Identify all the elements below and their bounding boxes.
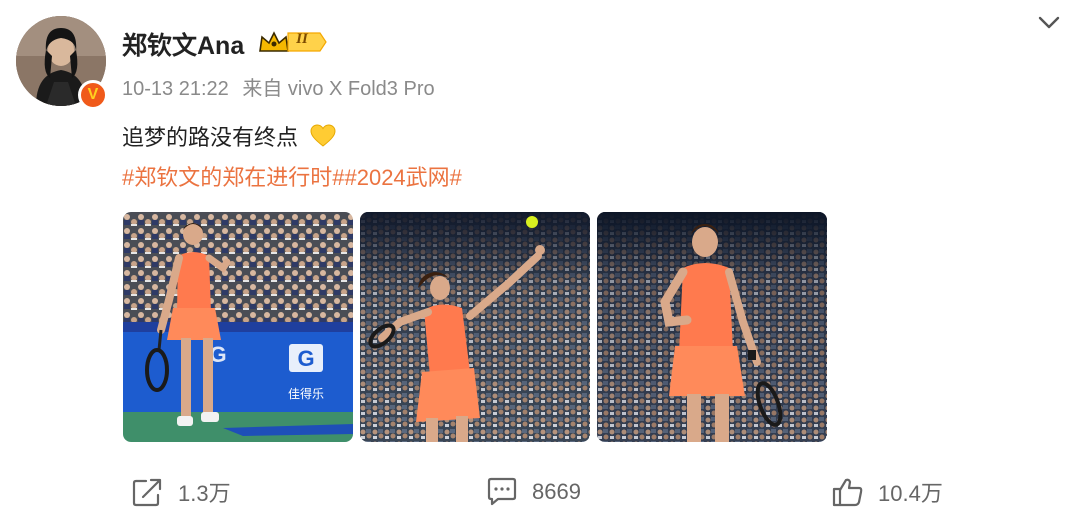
- comment-button[interactable]: 8669: [486, 472, 581, 512]
- hashtag-link[interactable]: #郑钦文的郑在进行时#: [122, 165, 344, 190]
- board-text: 佳得乐: [288, 386, 324, 401]
- chevron-down-icon[interactable]: [1036, 12, 1062, 34]
- hashtag-link[interactable]: #2024武网#: [344, 165, 461, 190]
- comment-count: 8669: [532, 479, 581, 504]
- vip-level: II: [296, 31, 308, 47]
- photo-thumbnail[interactable]: [597, 212, 827, 442]
- photo-thumbnail[interactable]: [360, 212, 590, 442]
- comment-icon: [487, 477, 517, 506]
- share-icon: [132, 478, 162, 507]
- verified-icon: V: [78, 80, 108, 110]
- post-text-line: 追梦的路没有终点: [122, 120, 336, 152]
- post-source[interactable]: 来自 vivo X Fold3 Pro: [242, 78, 434, 100]
- author-name[interactable]: 郑钦文Ana: [122, 26, 244, 62]
- post-meta: 10-13 21:22 来自 vivo X Fold3 Pro: [122, 72, 443, 101]
- like-button[interactable]: 10.4万: [832, 472, 943, 512]
- svg-text:G: G: [297, 346, 314, 371]
- share-button[interactable]: 1.3万: [132, 472, 231, 512]
- post-timestamp: 10-13 21:22: [122, 78, 229, 100]
- yellow-heart-icon: [310, 124, 336, 147]
- like-icon: [832, 478, 863, 507]
- share-count: 1.3万: [178, 481, 231, 506]
- like-count: 10.4万: [878, 481, 943, 506]
- post-text: 追梦的路没有终点: [122, 125, 299, 150]
- weibo-post: V 郑钦文Ana II 10-13 21:22 来自 vivo X Fold3 …: [0, 0, 1080, 517]
- hashtag-line: #郑钦文的郑在进行时##2024武网#: [122, 160, 462, 192]
- action-bar: 1.3万 8669 10.4万: [0, 472, 1080, 512]
- photo-thumbnail[interactable]: G 佳得乐 G: [123, 212, 353, 442]
